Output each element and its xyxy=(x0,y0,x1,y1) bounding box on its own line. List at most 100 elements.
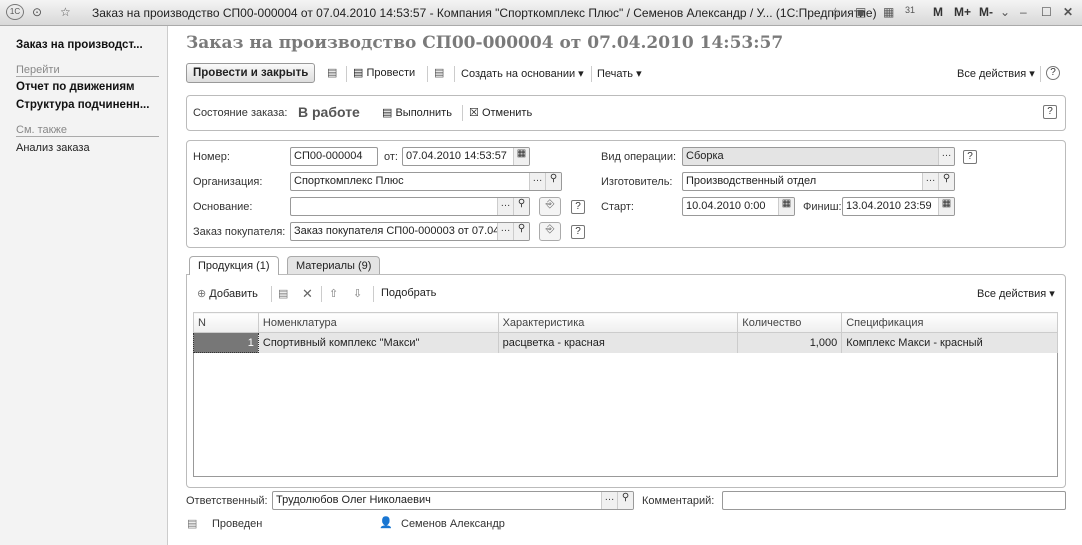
search-icon[interactable]: ⚲ xyxy=(617,492,633,509)
post-button[interactable]: ▤ Провести xyxy=(353,66,415,79)
favorite-star-icon[interactable]: ☆ xyxy=(60,5,71,19)
menu-dropdown-icon[interactable]: ⊙ xyxy=(32,5,42,19)
responsible-label: Ответственный: xyxy=(186,495,268,507)
status-label: Состояние заказа: xyxy=(193,107,288,119)
select-button[interactable]: … xyxy=(938,148,954,165)
maximize-icon[interactable]: ☐ xyxy=(1041,5,1052,19)
minimize-icon[interactable]: – xyxy=(1020,5,1027,19)
organization-value: Спорткомплекс Плюс xyxy=(294,175,404,187)
start-value: 10.04.2010 0:00 xyxy=(686,200,766,212)
calendar-icon[interactable]: ▦ xyxy=(513,148,529,165)
calculator-icon[interactable]: ▦ xyxy=(883,5,894,19)
app-logo-icon[interactable]: 1С xyxy=(6,4,24,20)
column-header-quantity[interactable]: Количество xyxy=(737,312,843,333)
maker-value: Производственный отдел xyxy=(686,175,817,187)
post-and-close-button[interactable]: Провести и закрыть xyxy=(186,63,316,83)
help-icon[interactable]: ? xyxy=(1043,105,1057,119)
add-label: Добавить xyxy=(209,288,258,300)
maker-label: Изготовитель: xyxy=(601,176,673,188)
tab-materials[interactable]: Материалы (9) xyxy=(287,256,381,275)
column-header-characteristic[interactable]: Характеристика xyxy=(497,312,739,333)
calendar-icon[interactable]: ▦ xyxy=(938,198,954,215)
print-button[interactable]: Печать ▾ xyxy=(597,67,642,80)
column-header-nomenclature[interactable]: Номенклатура xyxy=(257,312,499,333)
date-value: 07.04.2010 14:53:57 xyxy=(406,150,507,162)
select-button[interactable]: … xyxy=(601,492,617,509)
search-icon[interactable]: ⚲ xyxy=(513,198,529,215)
memory-plus-button[interactable]: M+ xyxy=(954,5,971,19)
post-icon: ▤ xyxy=(353,67,364,79)
add-button[interactable]: ⊕ Добавить xyxy=(197,287,258,300)
move-up-icon[interactable]: ⇧ xyxy=(329,287,338,300)
move-down-icon[interactable]: ⇩ xyxy=(353,287,362,300)
post-label: Провести xyxy=(366,67,416,79)
search-icon[interactable]: ⚲ xyxy=(513,223,529,240)
cell-nomenclature[interactable]: Спортивный комплекс "Макси" xyxy=(258,332,499,353)
customer-order-value: Заказ покупателя СП00-000003 от 07.04 xyxy=(294,225,500,237)
column-header-specification[interactable]: Спецификация xyxy=(841,312,1058,333)
select-button[interactable]: … xyxy=(922,173,938,190)
cell-specification[interactable]: Комплекс Макси - красный xyxy=(841,332,1058,353)
cell-n[interactable]: 1 xyxy=(193,332,259,353)
organization-field[interactable]: Спорткомплекс Плюс … ⚲ xyxy=(290,172,562,191)
add-favorite-icon[interactable]: ▣ xyxy=(855,5,866,19)
operation-field[interactable]: Сборка … xyxy=(682,147,955,166)
table-all-actions-button[interactable]: Все действия ▾ xyxy=(977,287,1055,300)
products-table: N Номенклатура Характеристика Количество… xyxy=(193,312,1058,353)
create-based-on-button[interactable]: Создать на основании ▾ xyxy=(461,67,584,80)
complete-button[interactable]: ▤ Выполнить xyxy=(382,106,452,119)
responsible-field[interactable]: Трудолюбов Олег Николаевич … ⚲ xyxy=(272,491,634,510)
search-icon[interactable]: ⚲ xyxy=(938,173,954,190)
open-basis-icon[interactable]: ⎆ xyxy=(539,197,561,216)
cancel-button[interactable]: ☒ Отменить xyxy=(469,106,532,119)
help-icon[interactable]: ? xyxy=(571,225,585,239)
date-field[interactable]: 07.04.2010 14:53:57 ▦ xyxy=(402,147,530,166)
nav-movements-report[interactable]: Отчет по движениям xyxy=(16,81,135,93)
copy-icon[interactable]: ▤ xyxy=(278,287,288,300)
chevron-down-icon[interactable]: ⌄ xyxy=(1000,5,1010,19)
tab-products[interactable]: Продукция (1) xyxy=(189,256,279,275)
save-icon[interactable]: ▤ xyxy=(327,66,337,79)
maker-field[interactable]: Производственный отдел … ⚲ xyxy=(682,172,955,191)
select-button[interactable]: … xyxy=(497,223,513,240)
column-header-n[interactable]: N xyxy=(193,312,259,333)
table-row[interactable]: 1 Спортивный комплекс "Макси" расцветка … xyxy=(193,332,1058,353)
select-button[interactable]: … xyxy=(497,198,513,215)
print-label: Печать xyxy=(597,68,634,80)
nav-subordinate-structure[interactable]: Структура подчиненн... xyxy=(16,99,149,111)
divider xyxy=(16,136,159,137)
pick-button[interactable]: Подобрать xyxy=(381,287,436,299)
table-all-actions-label: Все действия xyxy=(977,288,1047,300)
all-actions-button[interactable]: Все действия ▾ xyxy=(957,67,1035,80)
help-icon[interactable]: ? xyxy=(963,150,977,164)
cell-characteristic[interactable]: расцветка - красная xyxy=(498,332,739,353)
calendar-icon[interactable]: ▦ xyxy=(778,198,794,215)
user-icon: 👤 xyxy=(379,517,393,529)
search-icon[interactable]: ⚲ xyxy=(545,173,561,190)
calendar-icon[interactable]: 31 xyxy=(905,5,915,15)
memory-m-button[interactable]: M xyxy=(933,5,943,19)
nav-order-analysis[interactable]: Анализ заказа xyxy=(16,142,90,154)
open-customer-order-icon[interactable]: ⎆ xyxy=(539,222,561,241)
operation-label: Вид операции: xyxy=(601,151,677,163)
operation-value: Сборка xyxy=(686,150,724,162)
cell-quantity[interactable]: 1,000 xyxy=(737,332,843,353)
nav-current[interactable]: Заказ на производст... xyxy=(16,39,143,51)
comment-field[interactable] xyxy=(722,491,1066,510)
select-button[interactable]: … xyxy=(529,173,545,190)
delete-icon[interactable]: ✕ xyxy=(302,286,313,302)
memory-minus-button[interactable]: M- xyxy=(979,5,993,19)
divider xyxy=(16,76,159,77)
number-field[interactable]: СП00-000004 xyxy=(290,147,378,166)
start-field[interactable]: 10.04.2010 0:00 ▦ xyxy=(682,197,795,216)
basis-field[interactable]: … ⚲ xyxy=(290,197,530,216)
help-icon[interactable]: ? xyxy=(571,200,585,214)
finish-field[interactable]: 13.04.2010 23:59 ▦ xyxy=(842,197,955,216)
help-icon[interactable]: ? xyxy=(1046,66,1060,80)
structure-icon[interactable]: ▤ xyxy=(434,66,444,79)
favorites-icon[interactable]: ☆ xyxy=(830,5,841,19)
posted-icon: ▤ xyxy=(187,518,198,530)
close-icon[interactable]: ✕ xyxy=(1063,5,1073,19)
customer-order-field[interactable]: Заказ покупателя СП00-000003 от 07.04… ⚲ xyxy=(290,222,530,241)
start-label: Старт: xyxy=(601,201,634,213)
